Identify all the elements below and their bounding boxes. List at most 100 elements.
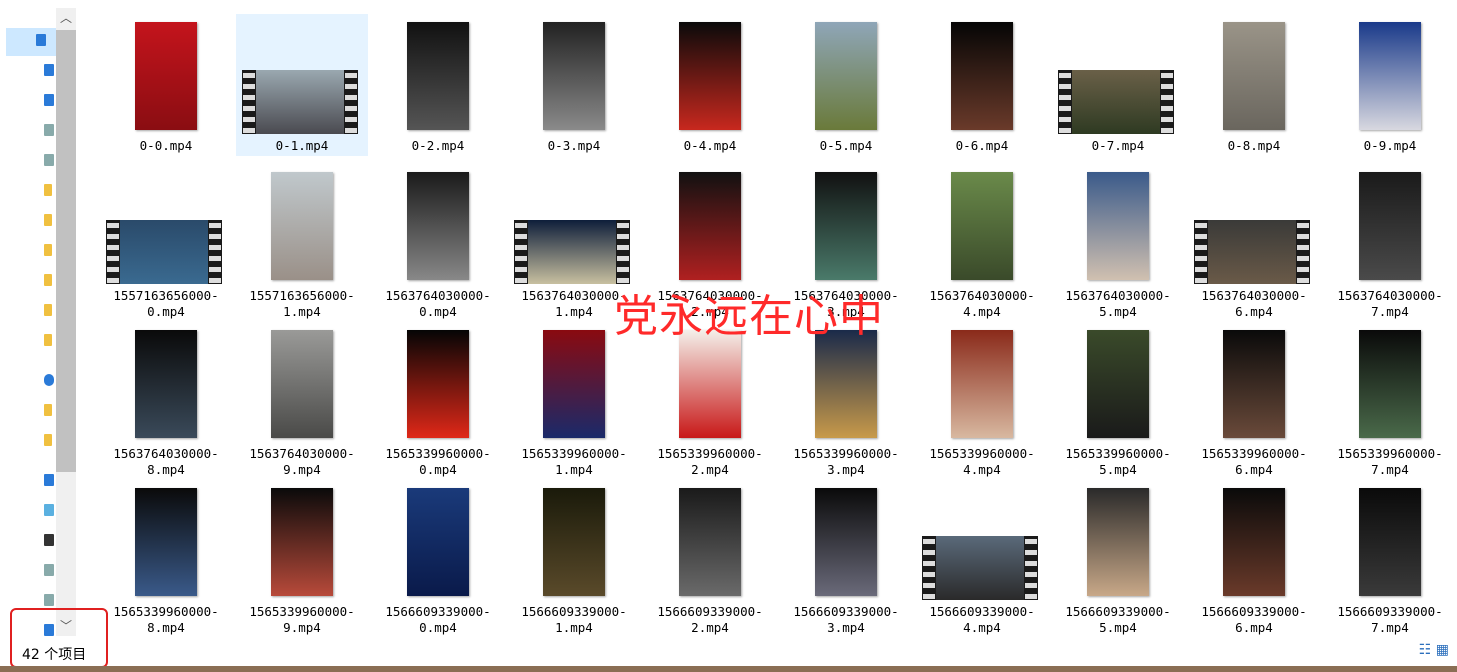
video-thumbnail xyxy=(271,330,333,438)
file-item[interactable]: 1566609339000- 3.mp4 xyxy=(780,480,912,635)
file-item[interactable]: 1566609339000- 7.mp4 xyxy=(1324,480,1456,635)
video-thumbnail xyxy=(135,488,197,596)
file-item[interactable]: 1565339960000- 4.mp4 xyxy=(916,322,1048,477)
file-item[interactable]: 1563764030000- 5.mp4 xyxy=(1052,164,1184,319)
file-name-ext: 5.mp4 xyxy=(1099,620,1137,635)
thumbnail-image xyxy=(120,220,208,284)
video-thumbnail xyxy=(1223,488,1285,596)
downloads-icon[interactable] xyxy=(44,94,54,106)
file-item[interactable]: 1563764030000- 8.mp4 xyxy=(100,322,232,477)
video-thumbnail xyxy=(106,220,222,284)
thumbnail-image xyxy=(1208,220,1296,284)
film-strip-icon xyxy=(209,220,221,284)
3d-objects-icon[interactable] xyxy=(44,504,54,516)
file-item[interactable]: 1566609339000- 6.mp4 xyxy=(1188,480,1320,635)
folder-icon[interactable] xyxy=(44,334,52,346)
view-toggle[interactable]: ☷ ▦ xyxy=(1419,642,1449,658)
file-item[interactable]: 1563764030000- 0.mp4 xyxy=(372,164,504,319)
file-name-ext: 3.mp4 xyxy=(827,462,865,477)
file-item[interactable]: 0-6.mp4 xyxy=(916,14,1048,156)
file-item[interactable]: 1566609339000- 5.mp4 xyxy=(1052,480,1184,635)
overlay-caption: 党永远在心中 xyxy=(614,291,884,342)
file-item[interactable]: 0-9.mp4 xyxy=(1324,14,1456,156)
file-name: 1565339960000- xyxy=(657,446,763,461)
file-item[interactable]: 1565339960000- 6.mp4 xyxy=(1188,322,1320,477)
documents-icon[interactable] xyxy=(44,564,54,576)
file-item[interactable]: 0-8.mp4 xyxy=(1188,14,1320,156)
video-thumbnail xyxy=(407,172,469,280)
video-thumbnail xyxy=(815,22,877,130)
file-name: 1566609339000- xyxy=(793,604,899,619)
file-name-ext: 1.mp4 xyxy=(283,304,321,319)
file-item[interactable]: 0-2.mp4 xyxy=(372,14,504,156)
file-item[interactable]: 1566609339000- 1.mp4 xyxy=(508,480,640,635)
file-item[interactable]: 1565339960000- 7.mp4 xyxy=(1324,322,1456,477)
file-name-ext: 9.mp4 xyxy=(283,620,321,635)
pictures-icon[interactable] xyxy=(44,594,54,606)
file-name-ext: 6.mp4 xyxy=(1235,620,1273,635)
documents-icon[interactable] xyxy=(44,124,54,136)
thumbnail-image xyxy=(256,70,344,134)
quick-access-star-icon[interactable] xyxy=(36,34,46,46)
file-name: 1563764030000- xyxy=(385,288,491,303)
file-name: 1565339960000- xyxy=(249,604,355,619)
file-item[interactable]: 1566609339000- 2.mp4 xyxy=(644,480,776,635)
file-name-ext: 4.mp4 xyxy=(963,620,1001,635)
file-item[interactable]: 1565339960000- 8.mp4 xyxy=(100,480,232,635)
file-item[interactable]: 0-1.mp4 xyxy=(236,14,368,156)
file-name-ext: 4.mp4 xyxy=(963,462,1001,477)
taskbar-strip xyxy=(0,666,1457,672)
file-name-ext: 5.mp4 xyxy=(1099,304,1137,319)
folder-icon[interactable] xyxy=(44,304,52,316)
video-thumbnail xyxy=(815,172,877,280)
this-pc-icon[interactable] xyxy=(44,474,54,486)
video-thumbnail xyxy=(407,488,469,596)
file-item[interactable]: 1566609339000- 0.mp4 xyxy=(372,480,504,635)
folder-icon[interactable] xyxy=(44,184,52,196)
onedrive-icon[interactable] xyxy=(44,374,54,386)
video-thumbnail xyxy=(679,22,741,130)
file-name-ext: 7.mp4 xyxy=(1371,304,1409,319)
file-item[interactable]: 1563764030000- 9.mp4 xyxy=(236,322,368,477)
video-thumbnail xyxy=(407,22,469,130)
file-item[interactable]: 1563764030000- 6.mp4 xyxy=(1188,164,1320,319)
scrollbar-thumb[interactable] xyxy=(56,30,76,472)
video-thumbnail xyxy=(135,22,197,130)
folder-icon[interactable] xyxy=(44,434,52,446)
large-icons-view-icon[interactable]: ▦ xyxy=(1436,642,1449,658)
file-name-ext: 8.mp4 xyxy=(147,620,185,635)
details-view-icon[interactable]: ☷ xyxy=(1419,642,1432,658)
file-name: 0-3.mp4 xyxy=(547,138,601,153)
video-thumbnail xyxy=(242,70,358,134)
file-item[interactable]: 0-3.mp4 xyxy=(508,14,640,156)
folder-icon[interactable] xyxy=(44,214,52,226)
folder-icon[interactable] xyxy=(44,274,52,286)
film-strip-icon xyxy=(1297,220,1309,284)
video-thumbnail xyxy=(271,172,333,280)
file-item[interactable]: 1565339960000- 5.mp4 xyxy=(1052,322,1184,477)
file-item[interactable]: 0-4.mp4 xyxy=(644,14,776,156)
film-strip-icon xyxy=(1059,70,1071,134)
file-item[interactable]: 0-7.mp4 xyxy=(1052,14,1184,156)
file-name: 1563764030000- xyxy=(1201,288,1307,303)
video-thumbnail xyxy=(1359,488,1421,596)
folder-icon[interactable] xyxy=(44,244,52,256)
file-item[interactable]: 1566609339000- 4.mp4 xyxy=(916,480,1048,635)
file-item[interactable]: 1565339960000- 9.mp4 xyxy=(236,480,368,635)
file-item[interactable]: 1565339960000- 0.mp4 xyxy=(372,322,504,477)
scroll-up-icon[interactable]: ︿ xyxy=(56,8,76,28)
folder-icon[interactable] xyxy=(44,404,52,416)
nav-selected-item[interactable] xyxy=(6,28,56,56)
file-item[interactable]: 1557163656000- 0.mp4 xyxy=(100,164,232,319)
file-item[interactable]: 1563764030000- 7.mp4 xyxy=(1324,164,1456,319)
file-name: 1565339960000- xyxy=(929,446,1035,461)
pictures-icon[interactable] xyxy=(44,154,54,166)
file-item[interactable]: 0-5.mp4 xyxy=(780,14,912,156)
file-name: 1565339960000- xyxy=(1201,446,1307,461)
file-item[interactable]: 1563764030000- 4.mp4 xyxy=(916,164,1048,319)
desktop-icon[interactable] xyxy=(44,64,54,76)
videos-icon[interactable] xyxy=(44,534,54,546)
file-name-ext: 7.mp4 xyxy=(1371,620,1409,635)
file-item[interactable]: 1557163656000- 1.mp4 xyxy=(236,164,368,319)
file-item[interactable]: 0-0.mp4 xyxy=(100,14,232,156)
